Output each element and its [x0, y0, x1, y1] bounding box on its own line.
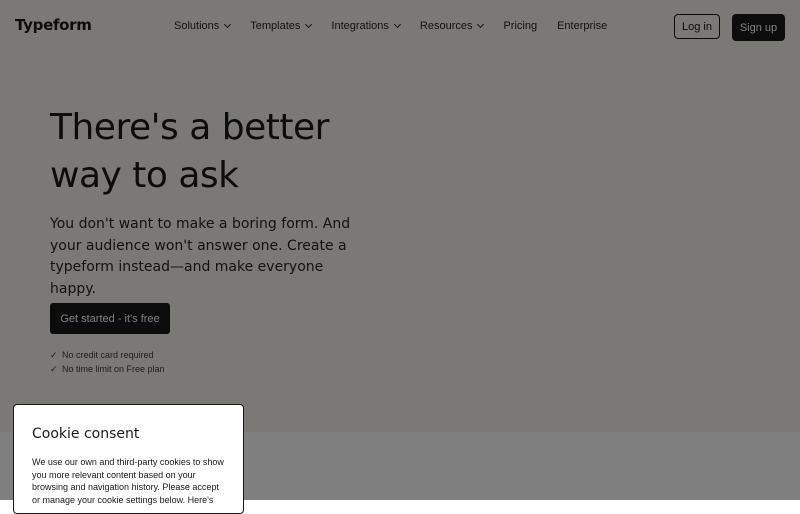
cookie-consent-title: Cookie consent: [32, 426, 140, 442]
cookie-consent-dialog: Cookie consent We use our own and third-…: [13, 404, 244, 514]
cookie-consent-text: We use our own and third-party cookies t…: [32, 457, 224, 505]
